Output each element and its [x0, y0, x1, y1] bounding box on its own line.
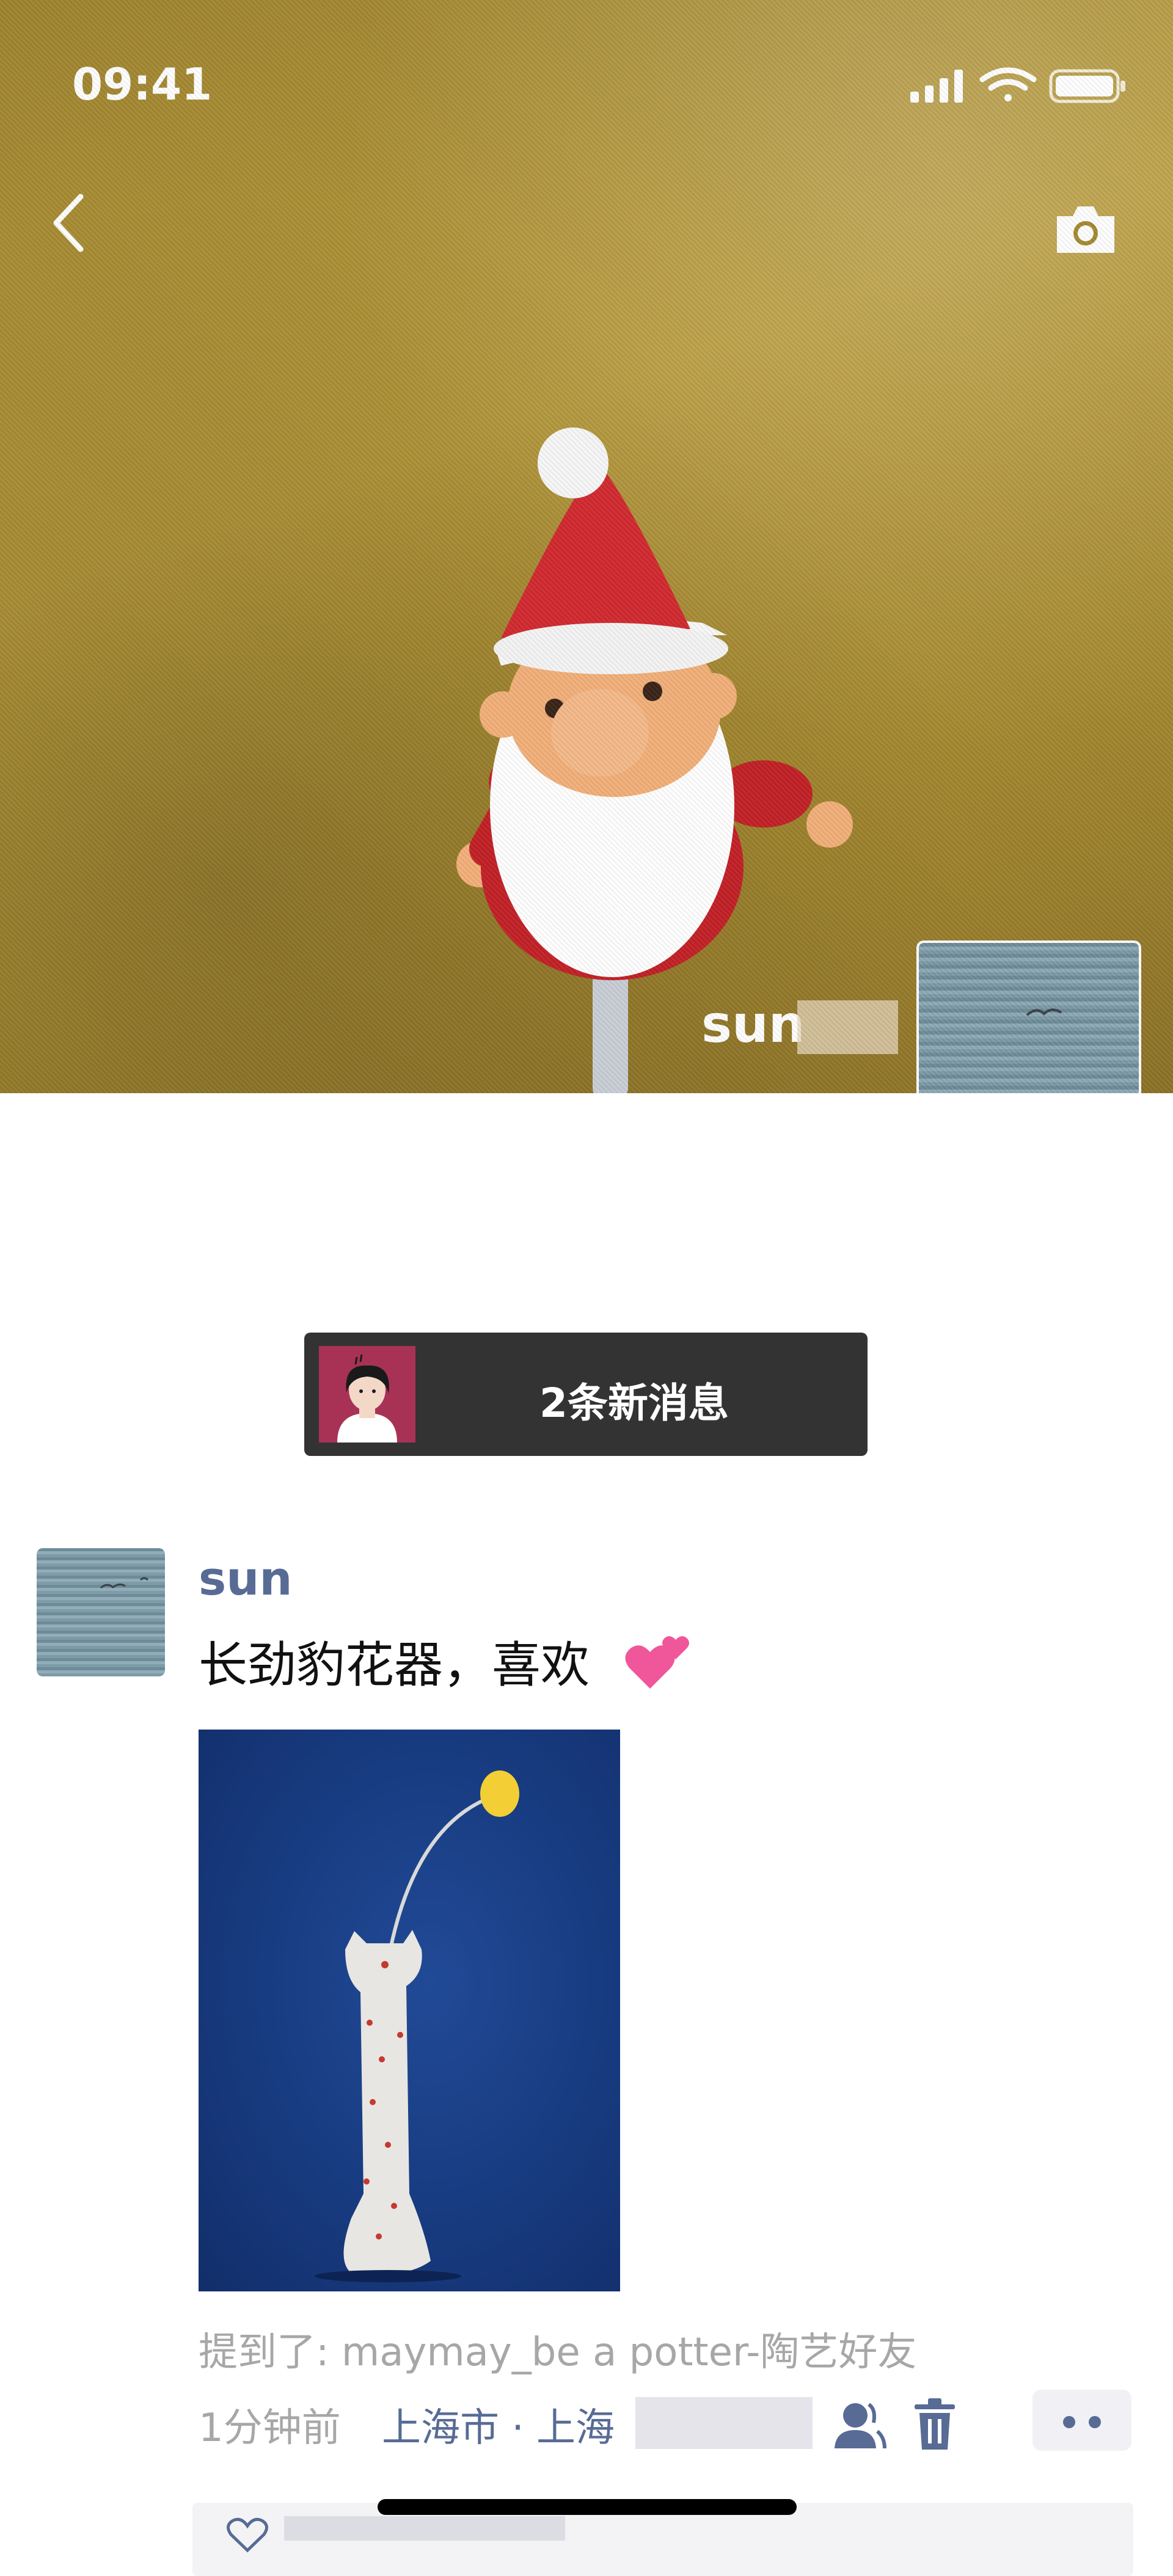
bird-icon [1026, 1008, 1062, 1016]
post-time: 1分钟前 [199, 2406, 341, 2451]
wifi-icon [979, 67, 1037, 101]
camera-icon[interactable] [1052, 202, 1119, 257]
leopard-vase-photo [315, 1770, 519, 2282]
cover-user-name: sun [701, 994, 805, 1054]
notice-avatar [319, 1346, 415, 1443]
likes-redaction [284, 2516, 565, 2541]
status-time: 09:41 [72, 59, 213, 110]
more-dot-icon [1089, 2416, 1101, 2428]
location-redaction [635, 2397, 813, 2449]
new-messages-text: 2条新消息 [539, 1380, 729, 1427]
cover-avatar[interactable] [916, 941, 1141, 1093]
girl-avatar-icon [319, 1346, 415, 1443]
more-dot-icon [1063, 2416, 1075, 2428]
post-author-name[interactable]: sun [199, 1551, 292, 1606]
post-text: 长劲豹花器，喜欢 [199, 1637, 590, 1694]
post-mention[interactable]: 提到了: maymay_be a potter-陶艺好友 [199, 2321, 916, 2377]
name-redaction [797, 1000, 898, 1054]
more-options-button[interactable] [1032, 2390, 1131, 2451]
cellular-signal-icon [910, 70, 963, 103]
bird-icon [100, 1577, 149, 1589]
friends-visibility-icon[interactable] [832, 2397, 887, 2452]
two-hearts-emoji-icon [625, 1636, 689, 1689]
cover-photo[interactable]: 09:41 sun [0, 0, 1173, 1093]
new-messages-notice[interactable]: 2条新消息 [304, 1333, 868, 1456]
santa-figurine [456, 428, 853, 1093]
chevron-left-icon[interactable] [43, 189, 98, 257]
status-icons [910, 67, 1125, 103]
battery-icon [1049, 69, 1125, 103]
post-author-avatar[interactable] [37, 1548, 165, 1676]
heart-outline-icon [227, 2517, 268, 2553]
trash-icon[interactable] [913, 2397, 956, 2452]
post-photo[interactable] [199, 1730, 620, 2291]
home-indicator[interactable] [378, 2499, 797, 2515]
post-location[interactable]: 上海市 · 上海 [382, 2396, 615, 2453]
